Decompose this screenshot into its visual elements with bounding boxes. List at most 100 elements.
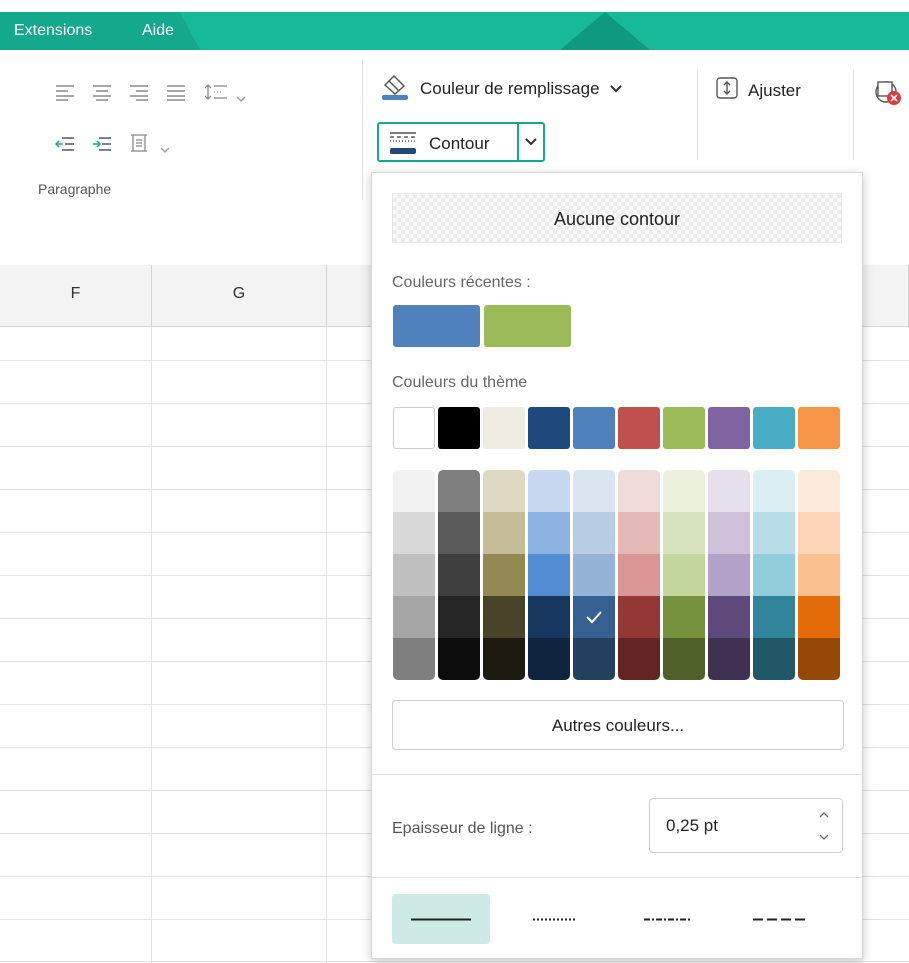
fit-button[interactable]: Ajuster xyxy=(716,77,801,104)
column-header-g[interactable]: G xyxy=(152,265,327,327)
theme-color-swatch[interactable] xyxy=(753,407,795,449)
more-colors-button[interactable]: Autres couleurs... xyxy=(392,700,844,750)
shade-color-swatch[interactable] xyxy=(573,470,615,512)
shade-color-swatch[interactable] xyxy=(573,512,615,554)
line-style-dashed[interactable] xyxy=(731,894,829,944)
shade-color-swatch[interactable] xyxy=(483,470,525,512)
fit-height-icon xyxy=(716,77,738,104)
dashed-line-icon xyxy=(753,918,807,921)
shade-color-swatch[interactable] xyxy=(618,596,660,638)
menu-aide[interactable]: Aide xyxy=(142,22,174,40)
shade-color-swatch[interactable] xyxy=(393,638,435,680)
line-spacing-icon[interactable] xyxy=(204,83,228,101)
shade-color-swatch[interactable] xyxy=(438,596,480,638)
no-outline-button[interactable]: Aucune contour xyxy=(392,193,842,243)
theme-color-swatch[interactable] xyxy=(618,407,660,449)
shade-color-swatch[interactable] xyxy=(753,554,795,596)
line-thickness-stepper[interactable]: 0,25 pt xyxy=(649,798,843,853)
shade-color-swatch[interactable] xyxy=(663,512,705,554)
shade-color-swatch[interactable] xyxy=(393,596,435,638)
recent-color-swatch[interactable] xyxy=(393,305,480,347)
theme-color-swatch[interactable] xyxy=(798,407,840,449)
shade-color-swatch[interactable] xyxy=(438,554,480,596)
shade-color-swatch[interactable] xyxy=(438,638,480,680)
theme-color-swatch[interactable] xyxy=(393,407,435,449)
align-center-icon[interactable] xyxy=(92,83,112,101)
shade-color-swatch[interactable] xyxy=(708,512,750,554)
shade-color-swatch[interactable] xyxy=(618,512,660,554)
shade-color-swatch[interactable] xyxy=(663,596,705,638)
fill-color-button[interactable]: Couleur de remplissage xyxy=(380,74,622,104)
shade-color-swatch[interactable] xyxy=(528,470,570,512)
shade-color-swatch[interactable] xyxy=(798,638,840,680)
theme-color-swatch[interactable] xyxy=(663,407,705,449)
outline-label: Contour xyxy=(429,134,490,153)
shade-color-swatch[interactable] xyxy=(708,638,750,680)
line-spacing-chevron-down-icon[interactable] xyxy=(236,90,246,102)
shade-color-swatch[interactable] xyxy=(663,638,705,680)
shade-color-swatch[interactable] xyxy=(798,512,840,554)
more-colors-label: Autres couleurs... xyxy=(551,716,685,735)
outline-button[interactable]: Contour xyxy=(377,122,545,162)
shade-color-swatch[interactable] xyxy=(483,554,525,596)
shade-color-swatch[interactable] xyxy=(528,638,570,680)
theme-color-swatch[interactable] xyxy=(438,407,480,449)
text-box-icon[interactable] xyxy=(129,133,149,152)
shade-color-swatch[interactable] xyxy=(393,470,435,512)
shade-color-swatch[interactable] xyxy=(663,470,705,512)
recent-color-swatch[interactable] xyxy=(484,305,571,347)
theme-color-swatch[interactable] xyxy=(528,407,570,449)
shade-color-swatch[interactable] xyxy=(393,512,435,554)
shade-color-swatch[interactable] xyxy=(618,470,660,512)
shade-color-swatch[interactable] xyxy=(483,596,525,638)
shade-color-swatch[interactable] xyxy=(483,638,525,680)
align-left-icon[interactable] xyxy=(55,83,75,101)
shade-color-swatch[interactable] xyxy=(528,554,570,596)
shade-color-swatch[interactable] xyxy=(573,554,615,596)
shade-color-swatch[interactable] xyxy=(483,512,525,554)
shade-color-swatch[interactable] xyxy=(708,554,750,596)
align-right-icon[interactable] xyxy=(129,83,149,101)
shade-color-swatch[interactable] xyxy=(753,596,795,638)
shade-color-swatch[interactable] xyxy=(753,512,795,554)
shade-color-swatch[interactable] xyxy=(618,554,660,596)
shade-color-swatch[interactable] xyxy=(798,554,840,596)
shape-delete-icon[interactable] xyxy=(870,76,909,115)
theme-color-swatch[interactable] xyxy=(708,407,750,449)
theme-color-swatch[interactable] xyxy=(483,407,525,449)
shade-color-swatch[interactable] xyxy=(708,596,750,638)
dotted-line-icon xyxy=(533,918,575,921)
increase-indent-icon[interactable] xyxy=(92,135,112,153)
outline-chevron-down-icon[interactable] xyxy=(525,135,537,153)
shade-color-swatch[interactable] xyxy=(708,470,750,512)
line-style-dotted[interactable] xyxy=(505,894,603,944)
shade-color-swatch[interactable] xyxy=(528,596,570,638)
shade-color-swatch[interactable] xyxy=(438,512,480,554)
line-style-solid[interactable] xyxy=(392,894,490,944)
shade-color-swatch[interactable] xyxy=(753,638,795,680)
menu-extensions[interactable]: Extensions xyxy=(14,22,92,40)
stepper-arrows-icon[interactable] xyxy=(818,809,830,843)
fit-label: Ajuster xyxy=(748,80,801,100)
shade-color-swatch[interactable] xyxy=(798,470,840,512)
text-box-chevron-down-icon[interactable] xyxy=(160,141,170,153)
shade-color-swatch[interactable] xyxy=(663,554,705,596)
shade-color-swatch[interactable] xyxy=(798,596,840,638)
theme-color-swatch[interactable] xyxy=(573,407,615,449)
line-style-dash-dot[interactable] xyxy=(618,894,716,944)
outline-split-divider xyxy=(517,124,519,160)
panel-divider xyxy=(372,877,862,878)
shade-color-swatch[interactable] xyxy=(528,512,570,554)
shade-color-swatch[interactable] xyxy=(573,638,615,680)
column-header-f[interactable]: F xyxy=(0,265,152,327)
grid-column-line xyxy=(326,327,327,963)
justify-icon[interactable] xyxy=(166,83,186,101)
shade-color-swatch[interactable] xyxy=(438,470,480,512)
shade-color-swatch[interactable] xyxy=(753,470,795,512)
fill-color-chevron-down-icon[interactable] xyxy=(609,80,622,98)
shade-color-swatch[interactable] xyxy=(393,554,435,596)
shade-color-swatch[interactable] xyxy=(618,638,660,680)
shade-color-swatch[interactable] xyxy=(573,596,615,638)
column-header-label: G xyxy=(232,285,246,302)
decrease-indent-icon[interactable] xyxy=(55,135,75,153)
